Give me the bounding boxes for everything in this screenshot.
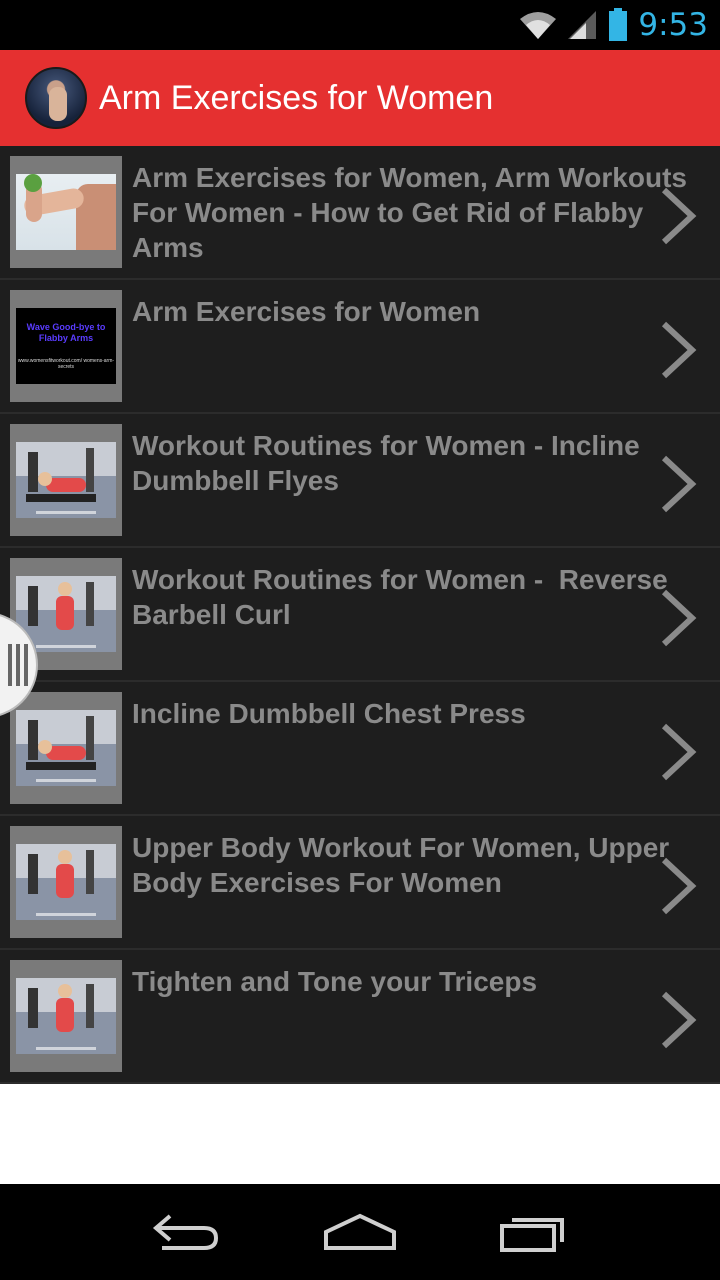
battery-icon <box>609 8 628 41</box>
list-item-title: Arm Exercises for Women <box>132 296 481 327</box>
thumbnail-headline: Wave Good-bye to Flabby Arms <box>26 322 106 343</box>
chevron-right-icon <box>661 991 697 1049</box>
chevron-right-icon <box>661 589 697 647</box>
thumbnail-frame <box>10 826 122 938</box>
list-item-title: Workout Routines for Women - Incline Dum… <box>132 430 648 496</box>
action-bar: Arm Exercises for Women <box>0 50 720 146</box>
home-button[interactable] <box>320 1202 400 1262</box>
video-list[interactable]: Arm Exercises for Women, Arm Workouts Fo… <box>0 146 720 1084</box>
list-item[interactable]: Workout Routines for Women - Incline Dum… <box>0 414 720 548</box>
thumbnail-url: www.womensfitworkout.com/ womens-arm-sec… <box>17 358 115 370</box>
list-item-title: Tighten and Tone your Triceps <box>132 966 538 997</box>
list-item-title: Arm Exercises for Women, Arm Workouts Fo… <box>132 162 695 263</box>
gym-thumbnail <box>16 978 116 1054</box>
chevron-right-icon <box>661 187 697 245</box>
list-item-title: Upper Body Workout For Women, Upper Body… <box>132 832 677 898</box>
gym-thumbnail <box>16 442 116 518</box>
gym-thumbnail <box>16 844 116 920</box>
list-item-title: Workout Routines for Women - Reverse Bar… <box>132 564 676 630</box>
list-item[interactable]: Arm Exercises for Women, Arm Workouts Fo… <box>0 146 720 280</box>
recent-apps-button[interactable] <box>493 1202 573 1262</box>
app-title: Arm Exercises for Women <box>99 78 494 117</box>
status-bar: 9:53 <box>0 0 720 50</box>
list-item[interactable]: Workout Routines for Women - Reverse Bar… <box>0 548 720 682</box>
recent-apps-icon <box>500 1218 565 1252</box>
empty-area <box>0 1084 720 1184</box>
arm-thumbnail <box>16 174 116 250</box>
back-button[interactable] <box>147 1202 227 1262</box>
signal-icon <box>568 11 597 39</box>
gym-thumbnail <box>16 710 116 786</box>
chevron-right-icon <box>661 723 697 781</box>
list-item[interactable]: Wave Good-bye to Flabby Arms www.womensf… <box>0 280 720 414</box>
thumbnail-frame <box>10 424 122 536</box>
app-logo-icon[interactable] <box>25 67 87 129</box>
thumbnail-frame <box>10 692 122 804</box>
chevron-right-icon <box>661 857 697 915</box>
thumbnail-frame <box>10 156 122 268</box>
chevron-right-icon <box>661 455 697 513</box>
back-icon <box>152 1214 218 1250</box>
home-icon <box>323 1213 396 1250</box>
list-item-title: Incline Dumbbell Chest Press <box>132 698 526 729</box>
thumbnail-frame <box>10 960 122 1072</box>
text-thumbnail: Wave Good-bye to Flabby Arms www.womensf… <box>16 308 116 384</box>
list-item[interactable]: Tighten and Tone your Triceps <box>0 950 720 1084</box>
list-item[interactable]: Incline Dumbbell Chest Press <box>0 682 720 816</box>
list-item[interactable]: Upper Body Workout For Women, Upper Body… <box>0 816 720 950</box>
thumbnail-frame: Wave Good-bye to Flabby Arms www.womensf… <box>10 290 122 402</box>
wifi-icon <box>520 12 557 39</box>
nav-bar <box>0 1184 720 1280</box>
chevron-right-icon <box>661 321 697 379</box>
status-time: 9:53 <box>638 7 708 43</box>
